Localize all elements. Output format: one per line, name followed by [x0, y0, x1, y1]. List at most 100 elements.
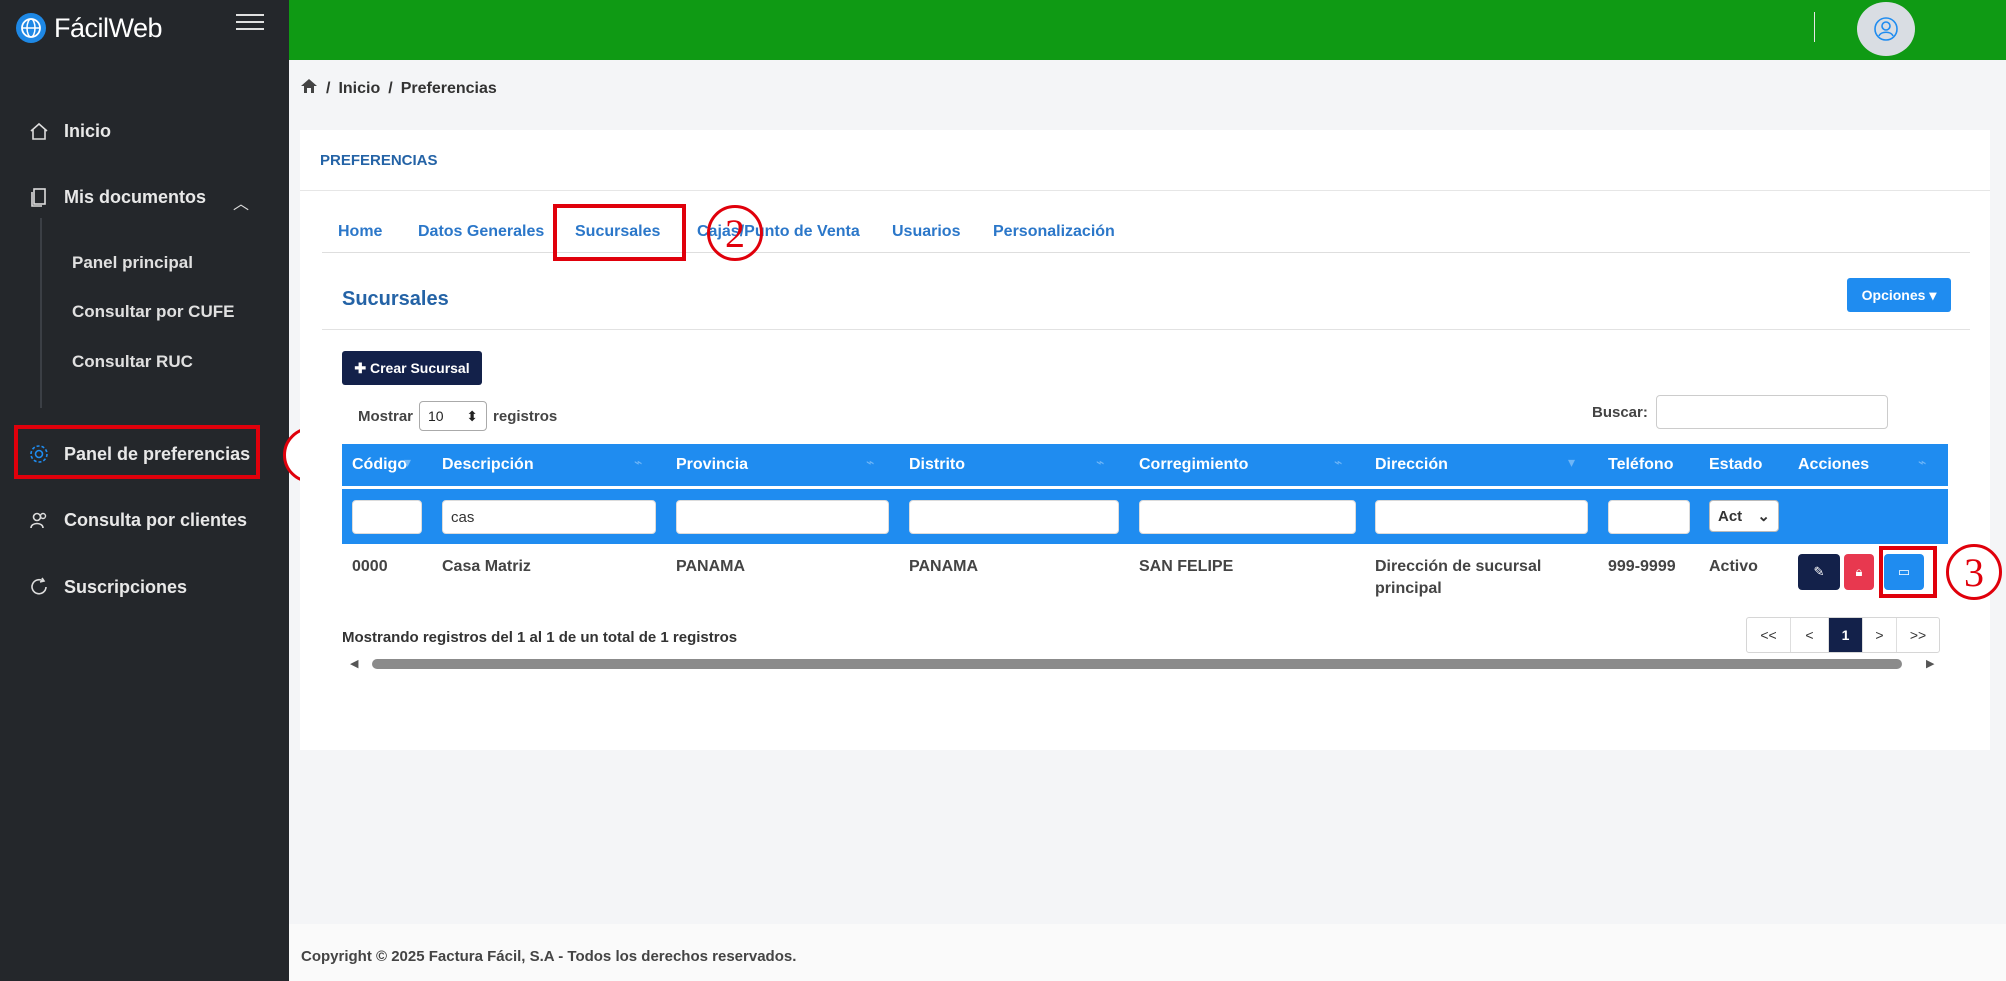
lock-icon: 🔒︎ — [1855, 564, 1863, 579]
sidebar-subitem-panel-principal[interactable]: Panel principal — [72, 253, 193, 273]
card-title: PREFERENCIAS — [320, 152, 438, 169]
annotation-box-1 — [14, 425, 260, 479]
column-estado[interactable]: Estado — [1709, 456, 1762, 474]
breadcrumb-item-preferencias: Preferencias — [400, 79, 497, 97]
filter-telefono-input[interactable] — [1608, 500, 1690, 534]
column-provincia[interactable]: Provincia — [676, 456, 748, 474]
column-codigo[interactable]: Código — [352, 456, 407, 474]
table-header: Código ▾ Descripción ⌁ Provincia ⌁ Distr… — [342, 444, 1948, 486]
cell-codigo: 0000 — [352, 558, 388, 575]
sidebar-item-suscripciones[interactable]: Suscripciones — [26, 574, 187, 600]
page-next-button[interactable]: > — [1863, 618, 1897, 652]
tab-personalizacion[interactable]: Personalización — [993, 223, 1115, 241]
tab-home[interactable]: Home — [338, 223, 382, 241]
sidebar-item-label: Consulta por clientes — [64, 509, 248, 530]
tab-datos-generales[interactable]: Datos Generales — [418, 223, 544, 241]
topbar-divider — [1814, 12, 1815, 42]
cell-direccion-line1: Dirección de sucursal — [1375, 558, 1542, 575]
brand[interactable]: FácilWeb — [16, 12, 163, 44]
sort-icon: ⌁ — [866, 454, 875, 470]
tab-usuarios[interactable]: Usuarios — [892, 223, 960, 241]
page-first-button[interactable]: << — [1747, 618, 1791, 652]
edit-button[interactable]: ✎ — [1798, 554, 1840, 590]
sidebar-subitem-consultar-ruc[interactable]: Consultar RUC — [72, 352, 193, 372]
sort-icon: ⌁ — [634, 454, 643, 470]
sort-icon: ▾ — [404, 454, 412, 470]
sidebar-item-mis-documentos[interactable]: Mis documentos — [26, 184, 206, 210]
plus-icon: ✚ — [354, 359, 367, 376]
filter-descripcion-input[interactable]: cas — [442, 500, 656, 534]
sidebar-subitem-consultar-cufe[interactable]: Consultar por CUFE — [72, 302, 234, 322]
options-label: Opciones — [1861, 287, 1926, 303]
sort-icon: ⌁ — [1096, 454, 1105, 470]
chevron-down-icon: ⌄ — [1757, 508, 1770, 525]
documents-icon — [26, 184, 52, 210]
scroll-right-icon[interactable]: ▶ — [1926, 657, 1934, 670]
annotation-number-2: 2 — [707, 205, 763, 261]
column-corregimiento[interactable]: Corregimiento — [1139, 456, 1248, 474]
filter-direccion-input[interactable] — [1375, 500, 1588, 534]
sidebar-item-consulta-clientes[interactable]: Consulta por clientes — [26, 507, 247, 533]
app-name: FácilWeb — [54, 12, 163, 43]
search-input[interactable] — [1655, 395, 1888, 429]
home-icon — [26, 118, 52, 144]
create-branch-button[interactable]: ✚ Crear Sucursal — [342, 351, 482, 385]
page-length-control: Mostrar 10 ⬍ registros — [358, 401, 557, 431]
divider — [300, 190, 1990, 191]
filter-estado-value: Act — [1718, 507, 1743, 525]
sort-icon: ▾ — [1568, 454, 1576, 470]
filter-corregimiento-input[interactable] — [1139, 500, 1356, 534]
section-title: Sucursales — [342, 288, 449, 310]
pagination: << < 1 > >> — [1746, 617, 1940, 653]
cell-distrito: PANAMA — [909, 558, 979, 575]
filter-provincia-input[interactable] — [676, 500, 889, 534]
page-1-button[interactable]: 1 — [1829, 618, 1863, 652]
user-avatar-icon[interactable] — [1857, 2, 1915, 56]
users-icon — [26, 507, 52, 533]
menu-toggle-icon[interactable] — [236, 14, 264, 36]
cell-direccion-line2: principal — [1375, 580, 1442, 597]
scroll-thumb[interactable] — [372, 659, 1902, 669]
breadcrumb-item-inicio[interactable]: Inicio — [338, 80, 380, 98]
column-descripcion[interactable]: Descripción — [442, 456, 534, 474]
home-icon[interactable] — [300, 78, 318, 99]
options-button[interactable]: Opciones ▾ — [1847, 278, 1951, 312]
refresh-icon — [26, 574, 52, 600]
breadcrumb-separator: / — [388, 79, 393, 97]
filter-codigo-input[interactable] — [352, 500, 422, 534]
horizontal-scrollbar[interactable]: ◀ ▶ — [350, 657, 1950, 671]
column-distrito[interactable]: Distrito — [909, 456, 965, 474]
column-direccion[interactable]: Dirección — [1375, 456, 1448, 474]
records-label: registros — [493, 407, 558, 425]
show-label: Mostrar — [358, 407, 414, 425]
sort-updown-icon: ⬍ — [466, 407, 479, 424]
page-last-button[interactable]: >> — [1897, 618, 1939, 652]
sort-icon: ⌁ — [1918, 454, 1927, 470]
sidebar-item-label: Mis documentos — [64, 186, 207, 207]
breadcrumb: / Inicio / Preferencias — [300, 78, 497, 99]
column-telefono[interactable]: Teléfono — [1608, 456, 1673, 474]
filter-distrito-input[interactable] — [909, 500, 1119, 534]
filter-row: cas Act ⌄ — [342, 486, 1948, 544]
cell-telefono: 999-9999 — [1608, 558, 1676, 575]
chevron-up-icon[interactable]: ︿ — [233, 190, 249, 214]
filter-estado-select[interactable]: Act ⌄ — [1709, 500, 1779, 532]
table-summary: Mostrando registros del 1 al 1 de un tot… — [342, 629, 738, 646]
caret-down-icon: ▾ — [1929, 286, 1937, 303]
cell-corregimiento: SAN FELIPE — [1139, 558, 1234, 575]
cell-estado: Activo — [1709, 558, 1758, 575]
page-prev-button[interactable]: < — [1791, 618, 1829, 652]
column-acciones: Acciones — [1798, 456, 1870, 473]
edit-icon: ✎ — [1813, 564, 1825, 579]
sidebar-item-label: Inicio — [64, 120, 112, 141]
page-length-value: 10 — [428, 408, 444, 424]
scroll-left-icon[interactable]: ◀ — [350, 657, 358, 670]
sidebar: FácilWeb Inicio Mis documentos ︿ Panel p… — [0, 0, 289, 981]
sidebar-item-inicio[interactable]: Inicio — [26, 118, 111, 144]
page-length-select[interactable]: 10 ⬍ — [419, 401, 488, 431]
footer-copyright: Copyright © 2025 Factura Fácil, S.A - To… — [301, 948, 797, 965]
annotation-number-3: 3 — [1946, 544, 2002, 600]
footer: Copyright © 2025 Factura Fácil, S.A - To… — [289, 924, 2006, 981]
breadcrumb-separator: / — [326, 79, 331, 97]
lock-button[interactable]: 🔒︎ — [1844, 554, 1874, 590]
